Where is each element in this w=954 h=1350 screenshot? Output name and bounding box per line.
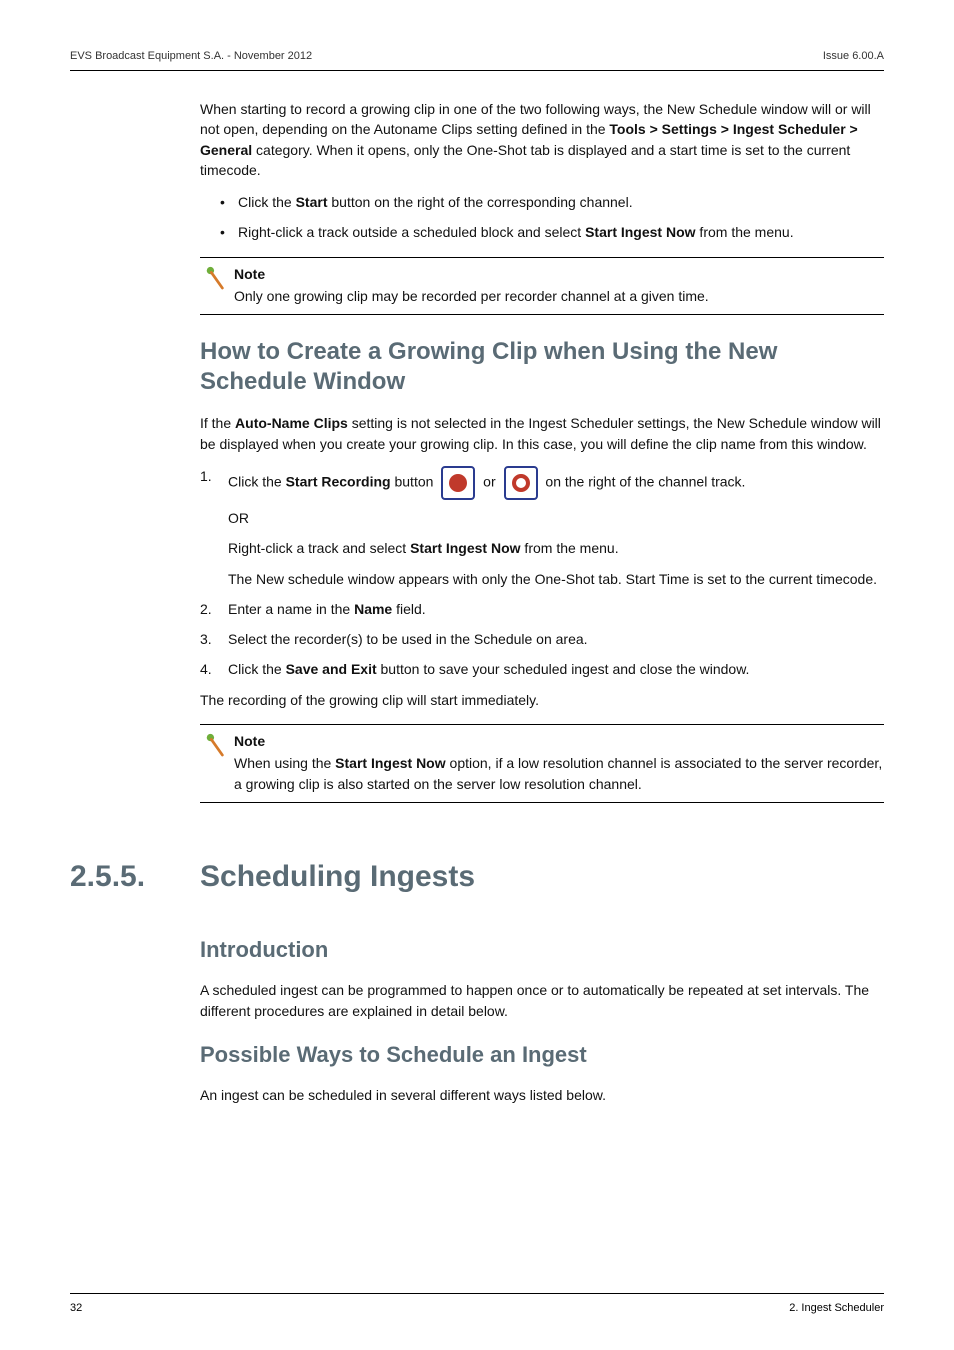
step-item: Select the recorder(s) to be used in the… [200, 629, 884, 649]
pin-icon [204, 731, 226, 757]
header-right: Issue 6.00.A [823, 50, 884, 62]
howto-steps: Click the Start Recording button or on t… [200, 466, 884, 680]
text: If the [200, 415, 235, 431]
step-subtext: Right-click a track and select Start Ing… [228, 538, 884, 558]
bold-text: Start Recording [286, 474, 391, 490]
bold-text: Start Ingest Now [585, 224, 695, 240]
record-hollow-icon [504, 466, 538, 500]
text: field. [392, 601, 425, 617]
note-heading: Note [234, 264, 884, 284]
text: Click the [228, 661, 286, 677]
section-title: Scheduling Ingests [200, 855, 475, 899]
text: button to save your scheduled ingest and… [377, 661, 750, 677]
page-number: 32 [70, 1302, 82, 1314]
note-box: Note When using the Start Ingest Now opt… [200, 724, 884, 803]
text: or [479, 474, 499, 490]
text: category. When it opens, only the One-Sh… [200, 142, 850, 178]
step-item: Enter a name in the Name field. [200, 599, 884, 619]
bullet-item: Click the Start button on the right of t… [220, 192, 884, 212]
text: Click the [228, 474, 286, 490]
ways-heading: Possible Ways to Schedule an Ingest [200, 1039, 884, 1071]
bold-text: Save and Exit [286, 661, 377, 677]
footer-section: 2. Ingest Scheduler [789, 1302, 884, 1314]
header-left: EVS Broadcast Equipment S.A. - November … [70, 50, 312, 62]
text: When using the [234, 755, 335, 771]
section-heading-row: 2.5.5. Scheduling Ingests [70, 825, 884, 917]
howto-paragraph: If the Auto-Name Clips setting is not se… [200, 413, 884, 454]
bullet-item: Right-click a track outside a scheduled … [220, 222, 884, 242]
note-heading: Note [234, 731, 884, 751]
section-number: 2.5.5. [70, 855, 200, 899]
text: Click the [238, 194, 296, 210]
pin-icon [204, 264, 226, 290]
text: from the menu. [696, 224, 794, 240]
bold-text: Start Ingest Now [410, 540, 520, 556]
step-subtext: The New schedule window appears with onl… [228, 569, 884, 589]
ways-paragraph: An ingest can be scheduled in several di… [200, 1085, 884, 1105]
text: from the menu. [521, 540, 619, 556]
bold-text: Start Ingest Now [335, 755, 445, 771]
note-box: Note Only one growing clip may be record… [200, 257, 884, 316]
text: Right-click a track and select [228, 540, 410, 556]
bold-text: Start [296, 194, 328, 210]
note-body: When using the Start Ingest Now option, … [234, 753, 884, 794]
page-footer: 32 2. Ingest Scheduler [70, 1293, 884, 1314]
text: Right-click a track outside a scheduled … [238, 224, 585, 240]
text: on the right of the channel track. [542, 474, 746, 490]
text: Enter a name in the [228, 601, 354, 617]
intro-paragraph: When starting to record a growing clip i… [200, 99, 884, 180]
text: button on the right of the corresponding… [327, 194, 632, 210]
bold-text: Auto-Name Clips [235, 415, 348, 431]
howto-heading: How to Create a Growing Clip when Using … [200, 337, 884, 397]
text: button [391, 474, 438, 490]
howto-closing: The recording of the growing clip will s… [200, 690, 884, 710]
page-header: EVS Broadcast Equipment S.A. - November … [70, 50, 884, 71]
or-label: OR [228, 508, 884, 528]
introduction-heading: Introduction [200, 934, 884, 966]
bold-text: Name [354, 601, 392, 617]
page-content: When starting to record a growing clip i… [200, 99, 884, 1105]
note-body: Only one growing clip may be recorded pe… [234, 286, 884, 306]
step-item: Click the Start Recording button or on t… [200, 466, 884, 589]
record-filled-icon [441, 466, 475, 500]
step-item: Click the Save and Exit button to save y… [200, 659, 884, 679]
introduction-paragraph: A scheduled ingest can be programmed to … [200, 980, 884, 1021]
intro-bullets: Click the Start button on the right of t… [200, 192, 884, 243]
